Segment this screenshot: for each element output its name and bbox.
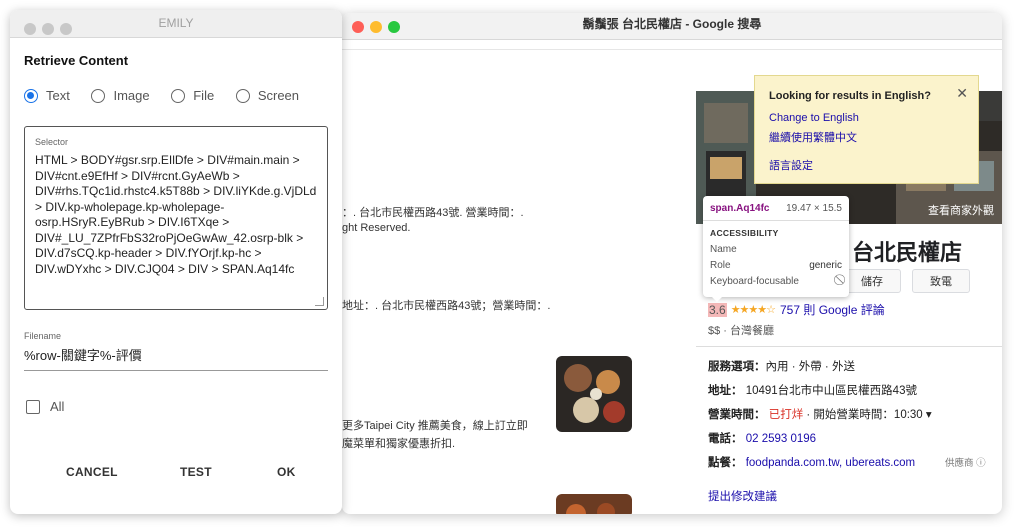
- dialog-app-title: EMILY: [158, 16, 194, 30]
- order-row: 點餐： foodpanda.com.tw, ubereats.com: [708, 457, 916, 469]
- resize-handle-icon[interactable]: [315, 297, 324, 306]
- star-rating-icon: ★★★★☆: [730, 304, 776, 316]
- radio-screen[interactable]: Screen: [235, 88, 299, 103]
- retrieve-content-dialog: EMILY Retrieve Content Text Image File S…: [10, 10, 342, 514]
- selector-textarea[interactable]: Selector HTML > BODY#gsr.srp.EIlDfe > DI…: [24, 126, 328, 310]
- inspected-element: span.Aq14fc: [710, 203, 770, 214]
- role-label: Role: [710, 260, 731, 271]
- toolbar-divider: [342, 49, 1002, 50]
- selector-label: Selector: [35, 137, 69, 147]
- call-button[interactable]: 致電: [912, 269, 970, 293]
- focusable-label: Keyboard-focusable: [710, 276, 799, 287]
- result-snippet: 更多Taipei City 推薦美食，線上訂立即: [342, 420, 528, 432]
- food-photo: [556, 356, 632, 432]
- ok-button[interactable]: OK: [277, 465, 296, 479]
- keep-chinese-link[interactable]: 繼續使用繁體中文: [769, 129, 857, 145]
- save-button[interactable]: 儲存: [843, 269, 901, 293]
- filename-label: Filename: [24, 331, 62, 341]
- close-window-button[interactable]: [352, 21, 364, 33]
- name-label: Name: [710, 244, 737, 255]
- all-checkbox-row[interactable]: All: [26, 399, 64, 414]
- panel-divider: [696, 346, 1002, 347]
- result-thumbnail[interactable]: [556, 356, 632, 432]
- business-title: 台北民權店: [852, 240, 963, 265]
- radio-text[interactable]: Text: [24, 88, 70, 103]
- result-snippet: 魔菜單和獨家優惠折扣.: [342, 438, 456, 450]
- zoom-window-button[interactable]: [388, 21, 400, 33]
- dialog-heading: Retrieve Content: [24, 53, 129, 68]
- radio-unselected-icon: [171, 88, 186, 103]
- price-category: $$ · 台灣餐廳: [708, 325, 775, 337]
- suggest-edit-link[interactable]: 提出修改建議: [708, 488, 777, 504]
- radio-file[interactable]: File: [171, 88, 214, 103]
- close-window-button[interactable]: [24, 23, 36, 35]
- photo-caption[interactable]: 查看商家外觀: [928, 202, 994, 218]
- content-type-radio-group: Text Image File Screen: [24, 88, 317, 106]
- test-button[interactable]: TEST: [180, 465, 212, 479]
- provider-info[interactable]: 供應商 ⓘ: [945, 455, 986, 469]
- dialog-titlebar: EMILY: [10, 10, 342, 38]
- accessibility-heading: ACCESSIBILITY: [710, 228, 779, 238]
- role-value: generic: [809, 260, 842, 271]
- services-row: 服務選項：內用 · 外帶 · 外送: [708, 361, 855, 373]
- popup-title: Looking for results in English?: [769, 90, 931, 102]
- radio-unselected-icon: [235, 88, 250, 103]
- phone-row: 電話： 02 2593 0196: [708, 433, 817, 445]
- window-controls: [352, 18, 406, 40]
- minimize-window-button[interactable]: [42, 23, 54, 35]
- browser-window: 鬍鬚張 台北民權店 - Google 搜尋 ：. 台北市民權西路43號. 營業時…: [342, 13, 1002, 514]
- browser-titlebar: 鬍鬚張 台北民權店 - Google 搜尋: [342, 13, 1002, 40]
- result-snippet: ：. 台北市民權西路43號. 營業時間：.: [342, 207, 524, 219]
- all-label: All: [50, 399, 65, 414]
- cancel-button[interactable]: CANCEL: [66, 465, 118, 479]
- zoom-window-button[interactable]: [60, 23, 72, 35]
- result-snippet: ght Reserved.: [342, 222, 411, 234]
- language-popup: Looking for results in English? ✕ Change…: [754, 75, 979, 184]
- result-thumbnail[interactable]: [556, 494, 632, 514]
- selector-value[interactable]: HTML > BODY#gsr.srp.EIlDfe > DIV#main.ma…: [35, 153, 317, 277]
- reviews-link[interactable]: 757 則 Google 評論: [780, 301, 885, 318]
- language-settings-link[interactable]: 語言設定: [769, 157, 813, 173]
- radio-selected-icon: [24, 88, 38, 103]
- window-controls: [24, 18, 78, 44]
- radio-image[interactable]: Image: [91, 88, 150, 103]
- browser-page-title: 鬍鬚張 台北民權店 - Google 搜尋: [582, 17, 762, 31]
- element-size: 19.47 × 15.5: [786, 203, 842, 214]
- tooltip-arrow: [711, 296, 723, 302]
- rating-value: 3.6: [708, 302, 727, 317]
- tooltip-divider: [703, 220, 849, 221]
- rating-row: 3.6 ★★★★☆ 757 則 Google 評論: [708, 301, 885, 318]
- close-icon[interactable]: ✕: [956, 85, 968, 102]
- inspector-tooltip: span.Aq14fc 19.47 × 15.5 ACCESSIBILITY N…: [703, 196, 849, 297]
- hours-row[interactable]: 營業時間： 已打烊 · 開始營業時間：10:30 ▾: [708, 406, 932, 422]
- address-row: 地址： 10491台北市中山區民權西路43號: [708, 385, 917, 397]
- checkbox-unchecked-icon[interactable]: [26, 399, 40, 414]
- filename-input[interactable]: %row-關鍵字%-評價: [24, 345, 328, 371]
- radio-unselected-icon: [91, 88, 106, 103]
- minimize-window-button[interactable]: [370, 21, 382, 33]
- food-photo: [556, 494, 632, 514]
- result-snippet: 地址：. 台北市民權西路43號；營業時間：.: [342, 300, 551, 312]
- change-to-english-link[interactable]: Change to English: [769, 112, 859, 124]
